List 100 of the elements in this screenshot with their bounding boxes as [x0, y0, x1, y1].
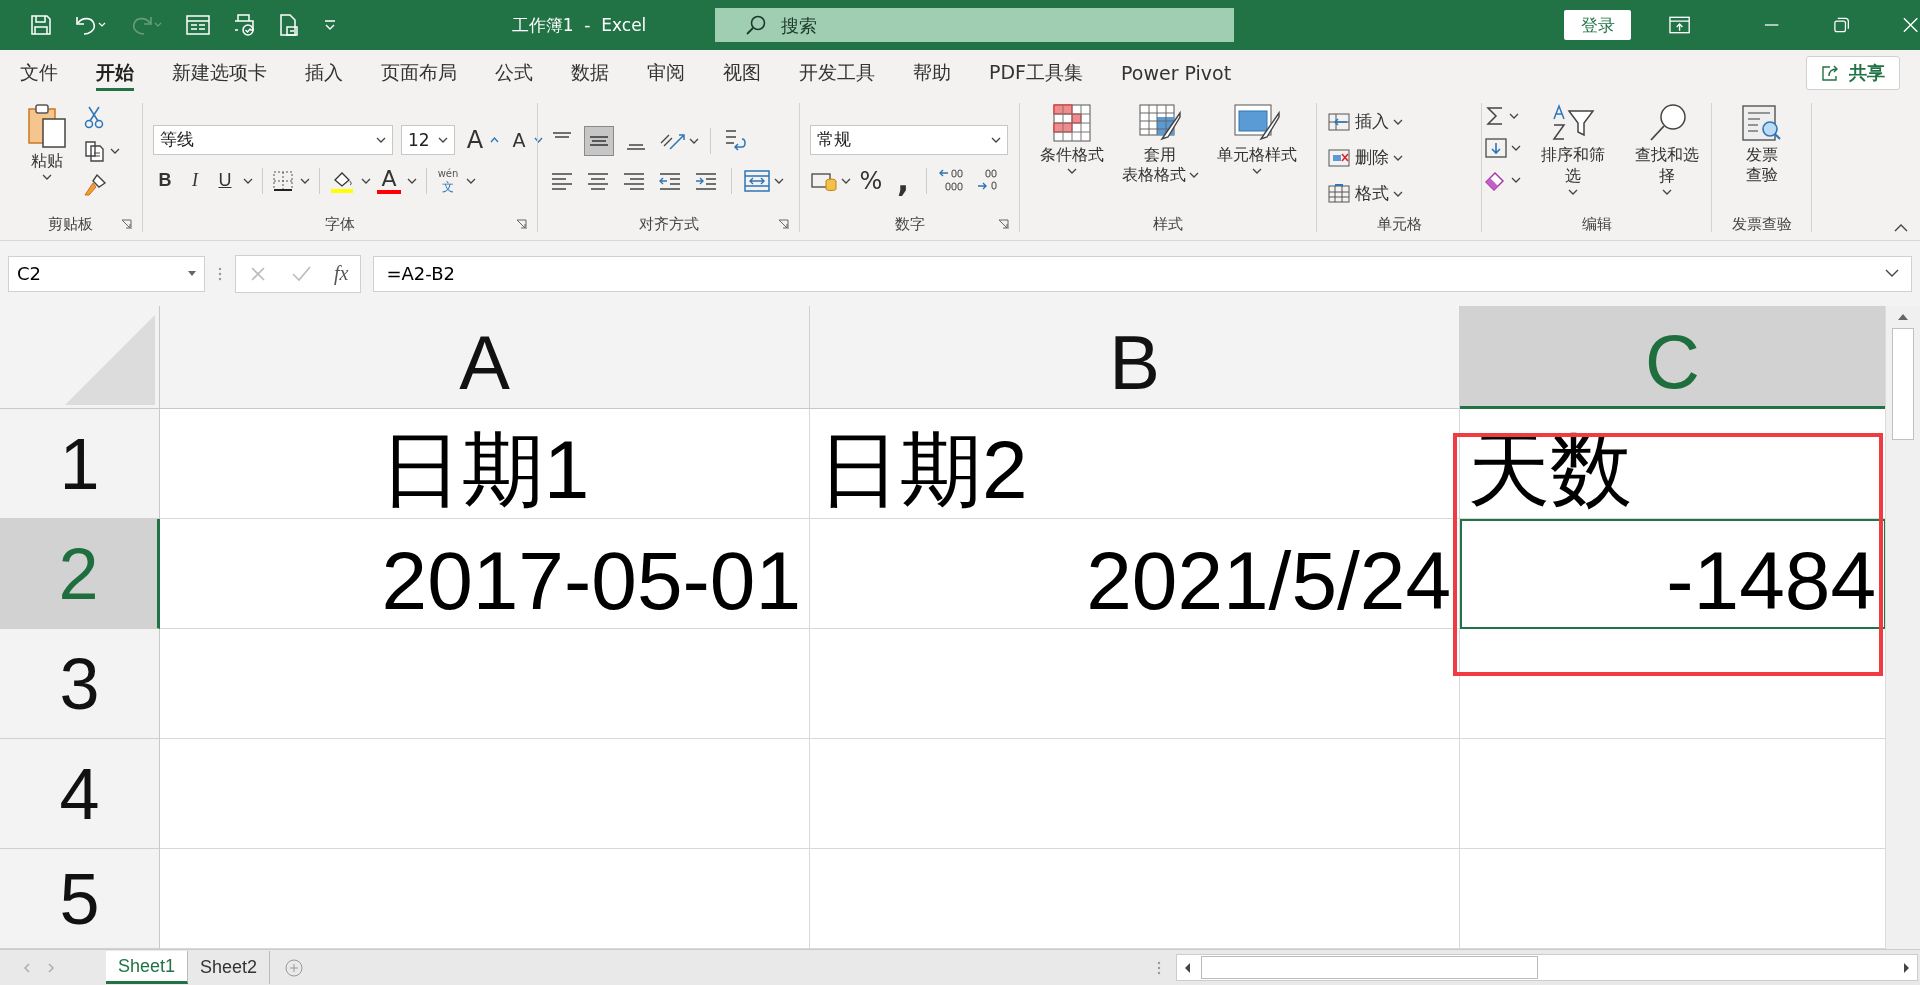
- undo-icon[interactable]: [74, 14, 108, 36]
- group-label: 字体: [325, 214, 355, 234]
- phonetic-button[interactable]: wén 文: [436, 166, 460, 195]
- ribbon-display-icon[interactable]: [1669, 16, 1691, 34]
- font-color-button[interactable]: A: [377, 167, 401, 194]
- scroll-thumb[interactable]: [1201, 956, 1538, 979]
- caret-icon: [376, 136, 386, 143]
- horizontal-scrollbar[interactable]: [1176, 954, 1918, 981]
- scroll-left-icon[interactable]: [1183, 961, 1193, 974]
- vertical-scrollbar[interactable]: [1885, 306, 1920, 949]
- middle-align-icon[interactable]: [584, 125, 614, 156]
- caret-icon: [1393, 154, 1403, 161]
- caret-icon: [407, 177, 417, 184]
- ribbon-tab[interactable]: 数据: [571, 54, 609, 91]
- share-button[interactable]: 共享: [1806, 55, 1900, 90]
- cell-styles-icon: [1232, 103, 1281, 143]
- row-header[interactable]: 4: [0, 739, 160, 849]
- table-cell: 2021/5/24: [810, 519, 1460, 629]
- column-header[interactable]: B: [810, 306, 1460, 409]
- login-button[interactable]: 登录: [1563, 10, 1632, 40]
- font-name-dropdown[interactable]: 等线: [153, 124, 393, 155]
- ribbon-tab[interactable]: 开发工具: [799, 54, 875, 91]
- scroll-thumb[interactable]: [1892, 328, 1914, 440]
- dialog-launcher-icon[interactable]: [516, 219, 527, 230]
- scroll-right-icon[interactable]: [1901, 961, 1911, 974]
- table-format-icon: [1138, 103, 1182, 143]
- group-label: 样式: [1153, 214, 1183, 234]
- caret-icon: [243, 177, 253, 184]
- table-cell: -1484: [1460, 519, 1885, 629]
- row-header[interactable]: 3: [0, 629, 160, 739]
- format-as-table-button[interactable]: 套用 表格格式: [1117, 101, 1203, 187]
- row-header[interactable]: 2: [0, 519, 160, 629]
- caret-icon: [1568, 189, 1578, 195]
- group-label: 剪贴板: [47, 214, 93, 234]
- group-label: 数字: [894, 214, 925, 234]
- document-icon[interactable]: [278, 13, 300, 37]
- search-field[interactable]: 搜索: [714, 8, 1234, 42]
- caret-icon: [438, 136, 448, 143]
- cut-icon[interactable]: [82, 105, 105, 129]
- percent-button[interactable]: %: [859, 166, 883, 195]
- ribbon-tab[interactable]: Power Pivot: [1121, 54, 1232, 91]
- scroll-up-icon[interactable]: [1896, 312, 1910, 322]
- fill-icon[interactable]: [1484, 137, 1508, 159]
- format-cells-button[interactable]: 格式: [1327, 178, 1403, 209]
- ribbon-tab[interactable]: 页面布局: [381, 54, 457, 91]
- number-format-dropdown[interactable]: 常规: [810, 124, 1008, 155]
- column-header[interactable]: C: [1460, 306, 1885, 409]
- ribbon-tab[interactable]: 审阅: [647, 54, 685, 91]
- row-header[interactable]: 5: [0, 849, 160, 949]
- borders-icon[interactable]: [272, 169, 294, 192]
- paste-button[interactable]: 粘贴: [20, 101, 73, 182]
- ribbon-tab[interactable]: 插入: [305, 54, 343, 91]
- ribbon-tab[interactable]: 文件: [20, 54, 58, 91]
- sheet-tab[interactable]: Sheet2: [188, 951, 271, 984]
- dialog-launcher-icon[interactable]: [121, 219, 132, 230]
- column-header[interactable]: A: [160, 306, 810, 409]
- copy-icon[interactable]: [82, 139, 107, 163]
- delete-cells-button[interactable]: 删除: [1327, 142, 1403, 173]
- collapse-ribbon-icon[interactable]: [1894, 223, 1908, 232]
- ribbon-tab[interactable]: PDF工具集: [989, 54, 1084, 91]
- row-header[interactable]: 1: [0, 409, 160, 519]
- cell-styles-button[interactable]: 单元格样式: [1212, 101, 1301, 176]
- insert-cells-button[interactable]: 插入: [1327, 106, 1403, 137]
- formula-field[interactable]: =A2-B2: [373, 255, 1912, 292]
- caret-icon: [1393, 190, 1403, 197]
- underline-button[interactable]: U: [213, 166, 237, 195]
- caret-icon: [1511, 177, 1521, 183]
- save-icon[interactable]: [30, 14, 52, 36]
- insert-function-button[interactable]: fx: [334, 262, 349, 285]
- name-box[interactable]: C2: [8, 255, 205, 292]
- ribbon-tab[interactable]: 帮助: [913, 54, 951, 91]
- add-sheet-icon[interactable]: [284, 957, 305, 978]
- increase-font-button[interactable]: A: [463, 125, 487, 154]
- form-icon[interactable]: [186, 14, 210, 36]
- window-title: 工作簿1 - Excel: [510, 13, 648, 37]
- ribbon-tab[interactable]: 公式: [495, 54, 533, 91]
- format-painter-icon[interactable]: [82, 173, 107, 197]
- caret-icon: [991, 136, 1001, 143]
- ribbon-tab[interactable]: 视图: [723, 54, 761, 91]
- comma-style-button[interactable]: ,: [891, 166, 915, 195]
- caret-icon: [466, 177, 476, 184]
- invoice-check-button[interactable]: 发票 查验: [1735, 101, 1788, 187]
- table-cell: 日期2: [810, 409, 1460, 519]
- ribbon-tab[interactable]: 开始: [96, 54, 134, 91]
- find-select-button[interactable]: 查找和选择: [1625, 101, 1709, 197]
- conditional-formatting-button[interactable]: 条件格式: [1035, 101, 1108, 176]
- dialog-launcher-icon[interactable]: [998, 219, 1009, 230]
- sheet-tab[interactable]: Sheet1: [106, 951, 189, 984]
- merge-cells-icon[interactable]: [743, 167, 771, 194]
- dialog-launcher-icon[interactable]: [778, 219, 789, 230]
- font-size-dropdown[interactable]: 12: [401, 124, 455, 155]
- bold-button[interactable]: B: [153, 166, 177, 195]
- italic-button[interactable]: I: [183, 166, 207, 195]
- ribbon-tab[interactable]: 新建选项卡: [172, 54, 267, 91]
- caret-icon: [1662, 189, 1672, 195]
- print-preview-icon[interactable]: [232, 13, 256, 37]
- sort-filter-button[interactable]: 排序和筛选: [1531, 101, 1615, 197]
- decrease-font-button[interactable]: A: [507, 125, 531, 154]
- expand-icon[interactable]: [1885, 269, 1899, 278]
- restore-icon[interactable]: [1831, 15, 1851, 35]
